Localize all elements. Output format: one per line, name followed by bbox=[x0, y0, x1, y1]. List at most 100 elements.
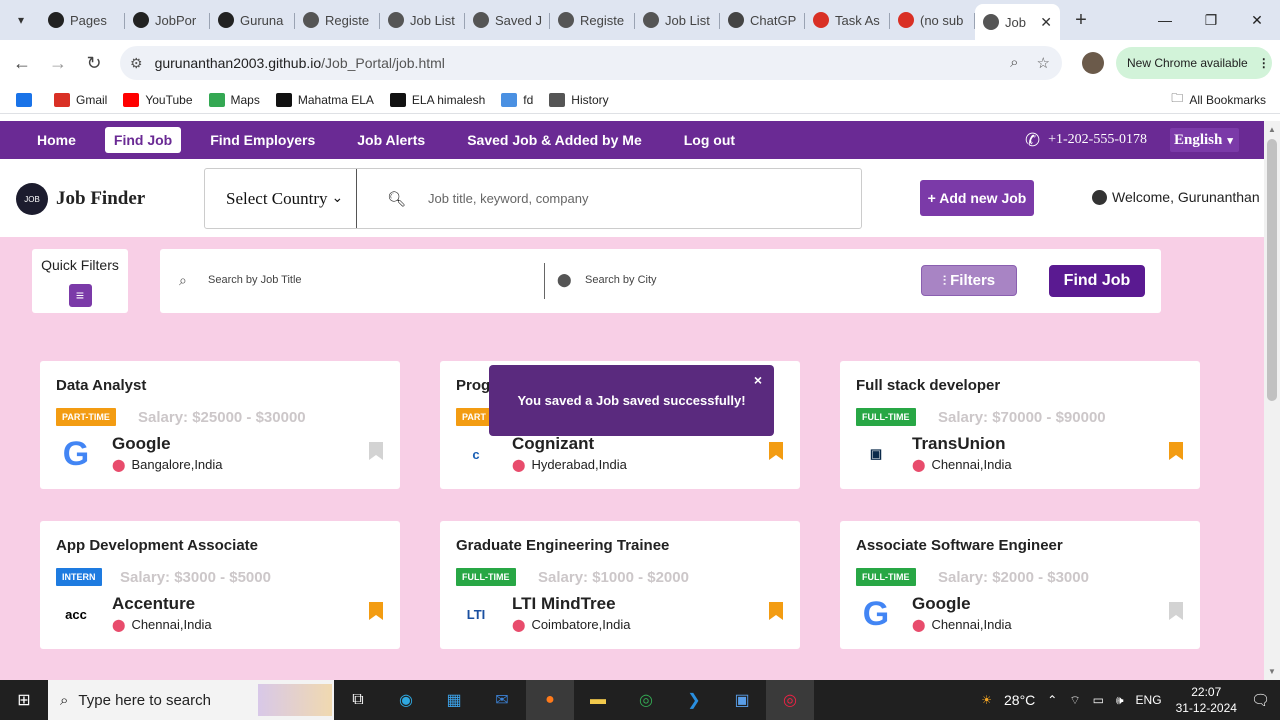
new-tab-button[interactable]: + bbox=[1066, 9, 1096, 32]
browser-tab[interactable]: Registe bbox=[550, 5, 635, 35]
brand-name[interactable]: Job Finder bbox=[56, 188, 145, 210]
vscode-icon[interactable]: ❯ bbox=[670, 680, 718, 720]
profile-avatar[interactable] bbox=[1082, 52, 1104, 74]
firefox-icon[interactable]: ● bbox=[526, 680, 574, 720]
bookmark-icon[interactable] bbox=[368, 442, 384, 460]
job-title[interactable]: Prog bbox=[456, 377, 490, 394]
menu-icon[interactable]: ≡ bbox=[68, 284, 92, 307]
job-title[interactable]: Graduate Engineering Trainee bbox=[456, 537, 669, 554]
job-card[interactable]: App Development Associate INTERN Salary: $… bbox=[40, 521, 400, 649]
battery-icon[interactable]: ▭ bbox=[1093, 693, 1104, 707]
bookmark-item[interactable]: Gmail bbox=[54, 92, 107, 107]
back-icon[interactable]: ← bbox=[4, 53, 40, 74]
job-search-input[interactable]: Job title, keyword, company bbox=[428, 191, 588, 206]
add-new-job-button[interactable]: + Add new Job bbox=[920, 180, 1034, 216]
reload-icon[interactable]: ↻ bbox=[76, 53, 112, 74]
minimize-icon[interactable]: — bbox=[1142, 0, 1188, 40]
bookmark-item[interactable]: Mahatma ELA bbox=[275, 92, 374, 107]
job-title-search-input[interactable]: Search by Job Title bbox=[208, 274, 302, 286]
input-language[interactable]: ENG bbox=[1136, 693, 1162, 707]
job-title[interactable]: Associate Software Engineer bbox=[856, 537, 1063, 554]
restore-icon[interactable]: ❐ bbox=[1188, 0, 1234, 40]
nav-link[interactable]: Log out bbox=[663, 127, 756, 153]
app-window-icon[interactable]: ▣ bbox=[718, 680, 766, 720]
job-title[interactable]: Full stack developer bbox=[856, 377, 1000, 394]
scroll-up-icon[interactable]: ▲ bbox=[1268, 125, 1276, 134]
edge-icon[interactable]: ◉ bbox=[382, 680, 430, 720]
bookmark-star-icon[interactable]: ☆ bbox=[1037, 54, 1050, 72]
quick-filters[interactable]: Quick Filters ≡ bbox=[32, 249, 128, 313]
network-icon[interactable]: ⌔ bbox=[1069, 693, 1080, 708]
browser-tab[interactable]: Saved J bbox=[465, 5, 550, 35]
browser-tab[interactable]: (no sub bbox=[890, 5, 975, 35]
site-info-icon[interactable]: ⚙ bbox=[130, 55, 143, 72]
weather-icon[interactable]: ☀ bbox=[981, 693, 992, 707]
address-bar[interactable]: ⚙ gurunanthan2003.github.io/Job_Portal/j… bbox=[120, 46, 1062, 80]
bookmark-item[interactable]: ELA himalesh bbox=[389, 92, 485, 107]
company-name: Google bbox=[112, 434, 171, 453]
bookmark-icon[interactable] bbox=[768, 602, 784, 620]
bookmark-item[interactable]: Maps bbox=[208, 92, 260, 107]
notification-icon[interactable]: 🗨︎ bbox=[1251, 691, 1270, 709]
browser-tab[interactable]: Job List bbox=[635, 5, 720, 35]
browser-tab[interactable]: Guruna bbox=[210, 5, 295, 35]
chevron-up-icon[interactable]: ⌃ bbox=[1047, 693, 1057, 707]
store-icon[interactable]: ▦ bbox=[430, 680, 478, 720]
zoom-icon[interactable]: ⌕ bbox=[1010, 54, 1018, 72]
chrome-icon[interactable]: ◎ bbox=[622, 680, 670, 720]
task-view-icon[interactable]: ⧉ bbox=[334, 680, 382, 720]
bookmark-item[interactable]: History bbox=[549, 92, 609, 107]
job-card[interactable]: Associate Software Engineer FULL-TIME Sala… bbox=[840, 521, 1200, 649]
more-menu-icon[interactable]: ⋮ bbox=[1258, 56, 1270, 70]
close-icon[interactable]: × bbox=[754, 372, 762, 388]
job-card[interactable]: Graduate Engineering Trainee FULL-TIME Sal… bbox=[440, 521, 800, 649]
browser-tab[interactable]: Job ✕ bbox=[975, 4, 1060, 40]
page-scrollbar[interactable]: ▲ ▼ bbox=[1264, 121, 1280, 680]
update-chrome-button[interactable]: New Chrome available ⋮ bbox=[1116, 47, 1272, 79]
close-tab-icon[interactable]: ✕ bbox=[1040, 14, 1052, 31]
city-search-input[interactable]: Search by City bbox=[585, 274, 657, 286]
language-select[interactable]: English ▾ bbox=[1170, 128, 1239, 152]
forward-icon[interactable]: → bbox=[40, 53, 76, 74]
taskbar-search[interactable]: ⌕ Type here to search bbox=[48, 680, 334, 720]
browser-tab[interactable]: Registe bbox=[295, 5, 380, 35]
apps-icon[interactable] bbox=[16, 92, 38, 107]
welcome-user[interactable]: Welcome, Gurunanthan bbox=[1092, 189, 1260, 205]
country-select[interactable]: Select Country ⌄ bbox=[205, 169, 357, 228]
tab-search-dropdown-icon[interactable]: ▾ bbox=[6, 5, 36, 35]
nav-link[interactable]: Job Alerts bbox=[336, 127, 446, 153]
scrollbar-thumb[interactable] bbox=[1267, 139, 1277, 401]
browser-tab[interactable]: Task As bbox=[805, 5, 890, 35]
bookmark-icon[interactable] bbox=[1168, 602, 1184, 620]
nav-link[interactable]: Home bbox=[16, 127, 97, 153]
job-finder-logo[interactable]: JOB bbox=[16, 183, 48, 215]
scroll-down-icon[interactable]: ▼ bbox=[1268, 667, 1276, 676]
job-card[interactable]: Full stack developer FULL-TIME Salary: $70… bbox=[840, 361, 1200, 489]
file-explorer-icon[interactable]: ▬ bbox=[574, 680, 622, 720]
job-title[interactable]: Data Analyst bbox=[56, 377, 146, 394]
clock[interactable]: 22:07 31-12-2024 bbox=[1176, 684, 1237, 716]
filters-button[interactable]: ⫶ Filters bbox=[921, 265, 1017, 296]
bookmark-item[interactable]: fd bbox=[501, 92, 533, 107]
bookmark-icon[interactable] bbox=[1168, 442, 1184, 460]
browser-tab[interactable]: ChatGP bbox=[720, 5, 805, 35]
browser-tab[interactable]: JobPor bbox=[125, 5, 210, 35]
browser-tab[interactable]: Job List bbox=[380, 5, 465, 35]
volume-icon[interactable]: 🕪︎ bbox=[1116, 693, 1124, 708]
find-job-button[interactable]: Find Job bbox=[1049, 265, 1145, 297]
job-title[interactable]: App Development Associate bbox=[56, 537, 258, 554]
job-card[interactable]: Data Analyst PART-TIME Salary: $25000 - $3… bbox=[40, 361, 400, 489]
bookmark-item[interactable]: YouTube bbox=[123, 92, 193, 107]
nav-link[interactable]: Saved Job & Added by Me bbox=[446, 127, 663, 153]
bookmark-icon[interactable] bbox=[768, 442, 784, 460]
nav-link[interactable]: Find Job bbox=[104, 127, 182, 153]
windows-start-icon[interactable]: ⊞ bbox=[0, 690, 48, 710]
chrome-active-icon[interactable]: ◎ bbox=[766, 680, 814, 720]
browser-tab[interactable]: Pages bbox=[40, 5, 125, 35]
temperature[interactable]: 28°C bbox=[1004, 692, 1035, 708]
nav-link[interactable]: Find Employers bbox=[189, 127, 336, 153]
all-bookmarks[interactable]: 🗀 All Bookmarks bbox=[1171, 89, 1266, 110]
mail-icon[interactable]: ✉ bbox=[478, 680, 526, 720]
bookmark-icon[interactable] bbox=[368, 602, 384, 620]
close-window-icon[interactable]: ✕ bbox=[1234, 0, 1280, 40]
